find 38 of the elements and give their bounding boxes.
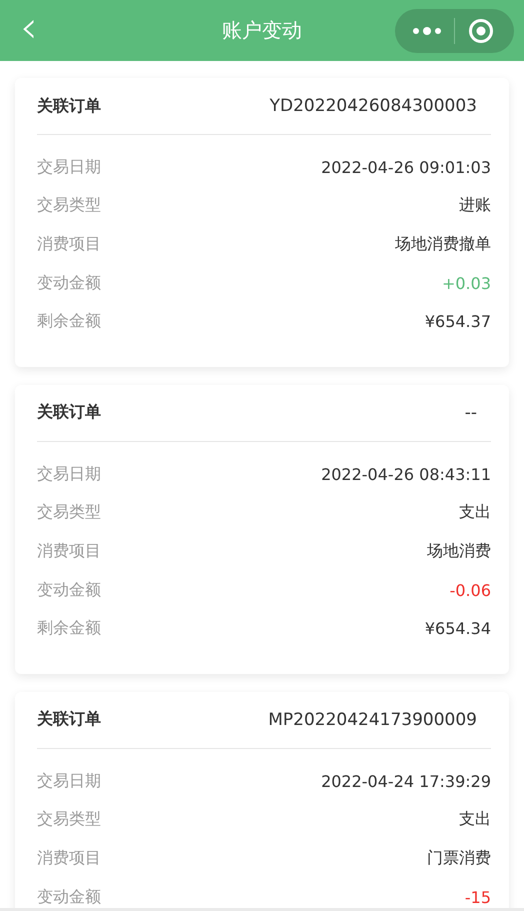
page-title: 账户变动 [222,17,302,44]
field-value: 场地消费撤单 [395,234,491,255]
field-label: 消费项目 [37,848,101,869]
order-number: YD20220426084300003 [270,96,477,116]
field-value: 2022-04-24 17:39:29 [321,772,491,791]
field-label: 变动金额 [37,272,101,294]
field-label: 交易日期 [37,156,101,178]
field-label: 交易类型 [37,809,101,830]
field-value: 2022-04-26 09:01:03 [321,158,491,177]
field-label: 消费项目 [37,234,101,255]
field-label: 消费项目 [37,540,101,562]
field-value: ¥654.37 [424,312,491,332]
amount-value: +0.03 [442,274,491,293]
field-label: 剩余金额 [37,618,101,640]
field-value: 支出 [459,809,491,830]
field-value: 场地消费 [427,540,491,562]
field-label: 交易类型 [37,502,101,524]
field-label: 变动金额 [37,580,101,601]
field-label: 交易日期 [37,770,101,792]
field-label: 关联订单 [37,96,101,116]
field-value: 支出 [459,502,491,524]
field-label: 交易日期 [37,464,101,485]
order-number: -- [464,402,477,423]
field-label: 关联订单 [37,709,101,730]
back-button[interactable]: ‹ [20,6,50,50]
field-label: 关联订单 [37,402,101,424]
more-icon[interactable] [412,26,442,36]
amount-value: -15 [464,888,491,907]
field-value: ¥654.34 [424,619,491,638]
field-value: 2022-04-26 08:43:11 [321,464,491,484]
field-label: 变动金额 [37,886,101,908]
close-icon[interactable] [468,18,494,44]
order-number: MP20220424173900009 [268,710,477,730]
field-value: 门票消费 [427,848,491,869]
amount-value: -0.06 [450,580,491,600]
field-label: 交易类型 [37,195,101,216]
field-value: 进账 [459,195,491,216]
field-label: 剩余金额 [37,311,101,332]
